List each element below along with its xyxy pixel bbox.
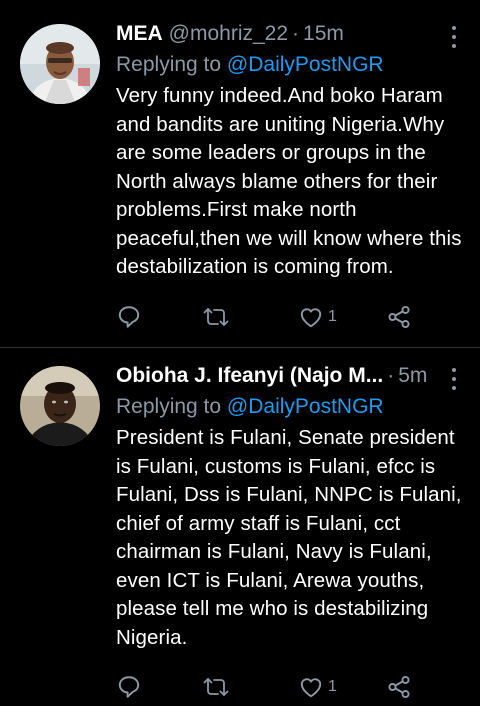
like-count: 1 [328,678,337,695]
reply-button[interactable] [116,302,142,332]
tweet[interactable]: MEA @mohriz_22 · 15m Replying to @DailyP… [0,0,480,348]
share-button[interactable] [386,672,412,702]
more-icon[interactable] [448,26,460,48]
tweet-actions: 1 [116,302,436,332]
avatar[interactable] [20,366,100,446]
separator: · [292,22,300,45]
share-button[interactable] [386,302,412,332]
display-name[interactable]: Obioha J. Ifeanyi (Najo M... [116,364,383,388]
tweet-header: Obioha J. Ifeanyi (Najo M... · 5m [116,362,466,390]
separator: · [387,364,395,387]
timestamp[interactable]: 15m [303,22,344,46]
replying-to: Replying to @DailyPostNGR [116,392,466,422]
tweet-text: President is Fulani, Senate president is… [116,426,462,649]
like-icon [300,308,322,328]
tweet[interactable]: Obioha J. Ifeanyi (Najo M... · 5m Replyi… [0,348,480,706]
tweet-actions: 1 [116,672,436,702]
tweet-header: MEA @mohriz_22 · 15m [116,20,466,48]
like-count: 1 [328,308,337,325]
display-name[interactable]: MEA [116,22,163,46]
mention-link[interactable]: @DailyPostNGR [227,395,384,418]
retweet-icon [203,678,229,696]
retweet-button[interactable] [202,302,230,332]
tweet-text: Very funny indeed.And boko Haram and ban… [116,84,462,278]
replying-label: Replying to [116,53,222,76]
mention-link[interactable]: @DailyPostNGR [227,53,384,76]
like-button[interactable]: 1 [298,302,337,332]
reply-icon [118,306,140,328]
reply-button[interactable] [116,672,142,702]
more-icon[interactable] [448,368,460,390]
retweet-button[interactable] [202,672,230,702]
retweet-icon [203,308,229,326]
share-icon [388,675,410,699]
timestamp[interactable]: 5m [398,364,427,388]
avatar[interactable] [20,24,100,104]
share-icon [388,305,410,329]
user-handle[interactable]: @mohriz_22 [169,22,288,46]
reply-icon [118,676,140,698]
replying-to: Replying to @DailyPostNGR [116,50,466,80]
like-button[interactable]: 1 [298,672,337,702]
like-icon [300,678,322,698]
replying-label: Replying to [116,395,222,418]
